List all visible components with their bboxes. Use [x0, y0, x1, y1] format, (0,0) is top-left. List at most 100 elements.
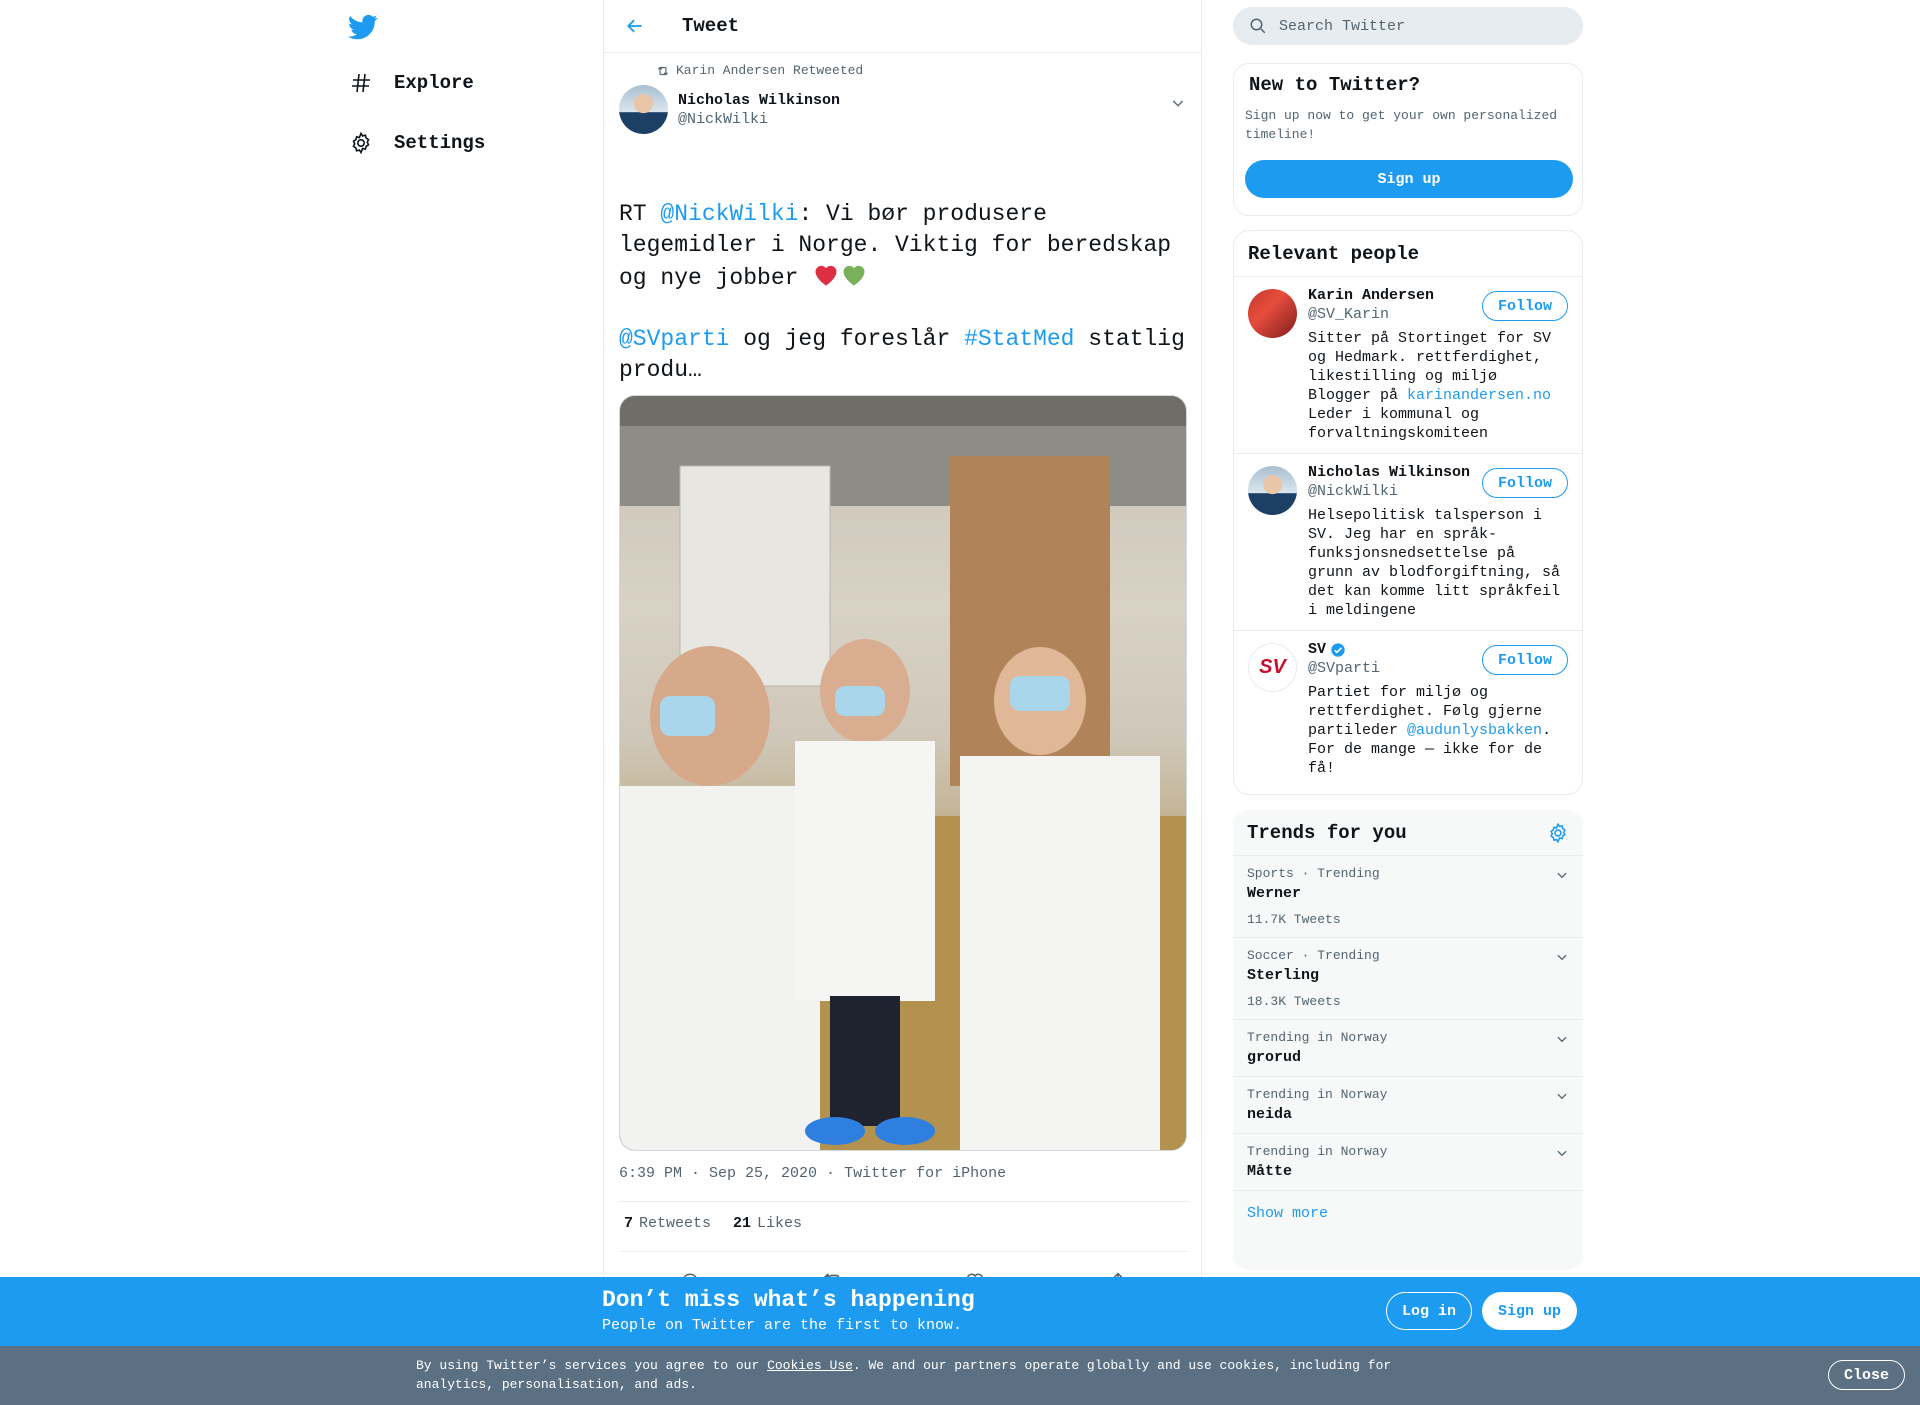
person-item[interactable]: Karin Andersen @SV_Karin Sitter på Stort… — [1234, 277, 1582, 454]
trend-name: Sterling — [1247, 967, 1320, 984]
tweet-timestamp[interactable]: 6:39 PM · Sep 25, 2020 — [619, 1165, 817, 1182]
trend-count: 18.3K Tweets — [1247, 994, 1341, 1009]
chevron-down-icon[interactable] — [1555, 1146, 1569, 1160]
search-input[interactable] — [1279, 17, 1559, 35]
new-to-twitter-card: New to Twitter? Sign up now to get your … — [1233, 63, 1583, 216]
person-bio-text: Leder i kommunal og forvaltningskomiteen — [1308, 406, 1489, 442]
bio-link[interactable]: @audunlysbakken — [1407, 722, 1542, 739]
follow-button[interactable]: Follow — [1481, 468, 1568, 498]
avatar[interactable]: SV — [1248, 643, 1297, 692]
avatar[interactable] — [1248, 289, 1297, 338]
person-item[interactable]: Nicholas Wilkinson @NickWilki Helsepolit… — [1234, 454, 1582, 631]
trend-count: 11.7K Tweets — [1247, 912, 1341, 927]
trend-name: grorud — [1247, 1049, 1302, 1066]
avatar[interactable] — [619, 85, 668, 134]
gear-icon[interactable] — [1547, 822, 1569, 844]
show-more-link[interactable]: Show more — [1233, 1191, 1583, 1236]
tweet-header: Tweet — [604, 0, 1201, 53]
nav-settings-label: Settings — [394, 132, 486, 154]
chevron-down-icon[interactable] — [1170, 95, 1186, 111]
nav-explore[interactable]: Explore — [348, 70, 474, 96]
trend-item[interactable]: Trending in Norway neida — [1233, 1077, 1583, 1134]
green-heart-icon — [840, 261, 868, 287]
retweeted-by-text: Karin Andersen Retweeted — [676, 63, 864, 78]
trend-name: Werner — [1247, 885, 1302, 902]
follow-button[interactable]: Follow — [1481, 291, 1568, 321]
tweet-text-rt: RT — [619, 201, 661, 227]
verified-icon — [1330, 642, 1346, 658]
nav-settings[interactable]: Settings — [348, 130, 485, 156]
retweet-context[interactable]: Karin Andersen Retweeted — [656, 63, 863, 78]
page-title: Tweet — [682, 15, 740, 37]
trend-category: Soccer · Trending — [1247, 948, 1380, 963]
author-handle[interactable]: @NickWilki — [678, 111, 840, 128]
banner-title: Don’t miss what’s happening — [602, 1287, 975, 1313]
trend-item[interactable]: Trending in Norway grorud — [1233, 1020, 1583, 1077]
trend-item[interactable]: Sports · Trending Werner 11.7K Tweets — [1233, 856, 1583, 938]
person-name-text: SV — [1308, 641, 1327, 658]
tweet-stats: 7 Retweets 21 Likes — [624, 1215, 802, 1232]
sign-up-button[interactable]: Sign up — [1482, 1292, 1578, 1330]
hash-icon — [348, 70, 374, 96]
tweet-source: Twitter for iPhone — [844, 1165, 1007, 1182]
trend-category: Trending in Norway — [1247, 1030, 1388, 1045]
trend-item[interactable]: Trending in Norway Måtte — [1233, 1134, 1583, 1191]
tweet-author[interactable]: Nicholas Wilkinson @NickWilki — [619, 85, 840, 134]
banner-subtitle: People on Twitter are the first to know. — [602, 1317, 963, 1334]
back-arrow-icon[interactable] — [622, 13, 648, 39]
follow-button[interactable]: Follow — [1481, 645, 1568, 675]
likes-stat[interactable]: 21 Likes — [733, 1215, 802, 1232]
person-bio: Partiet for miljø og rettferdighet. Følg… — [1308, 683, 1568, 778]
trend-category: Trending in Norway — [1247, 1144, 1388, 1159]
tweet-text-mid: og jeg foreslår — [729, 326, 965, 352]
retweets-stat[interactable]: 7 Retweets — [624, 1215, 711, 1232]
retweets-label: Retweets — [639, 1215, 712, 1232]
mention-link-2[interactable]: @SVparti — [619, 326, 729, 352]
tweet-text: RT @NickWilki: Vi bør produsere legemidl… — [619, 199, 1189, 386]
person-item[interactable]: SV SV @SVparti Partiet for miljø og rett… — [1234, 631, 1582, 788]
author-name[interactable]: Nicholas Wilkinson — [678, 92, 840, 109]
close-button[interactable]: Close — [1828, 1360, 1906, 1390]
chevron-down-icon[interactable] — [1555, 1089, 1569, 1103]
search-bar[interactable] — [1233, 7, 1583, 45]
mention-link[interactable]: @NickWilki — [660, 201, 798, 227]
main-column: Tweet Karin Andersen Retweeted Nicholas … — [603, 0, 1203, 1301]
gear-icon — [348, 130, 374, 156]
chevron-down-icon[interactable] — [1555, 950, 1569, 964]
divider — [619, 1251, 1189, 1252]
hashtag-link[interactable]: #StatMed — [964, 326, 1074, 352]
nav-explore-label: Explore — [394, 72, 474, 94]
search-icon — [1249, 17, 1267, 35]
tweet-photo[interactable] — [619, 395, 1187, 1151]
signup-banner: Don’t miss what’s happening People on Tw… — [0, 1277, 1920, 1346]
trend-name: neida — [1247, 1106, 1293, 1123]
red-heart-icon — [812, 261, 840, 287]
person-bio: Helsepolitisk talsperson i SV. Jeg har e… — [1308, 507, 1561, 619]
tweet-meta: 6:39 PM · Sep 25, 2020 · Twitter for iPh… — [619, 1165, 1007, 1182]
cookie-text-a: By using Twitter’s services you agree to… — [416, 1358, 768, 1373]
retweet-icon — [656, 64, 670, 78]
chevron-down-icon[interactable] — [1555, 868, 1569, 882]
card-title: New to Twitter? — [1249, 74, 1421, 96]
trend-name: Måtte — [1247, 1163, 1293, 1180]
card-title: Relevant people — [1248, 242, 1420, 265]
chevron-down-icon[interactable] — [1555, 1032, 1569, 1046]
relevant-people-card: Relevant people Karin Andersen @SV_Karin… — [1233, 230, 1583, 795]
divider — [619, 1201, 1189, 1202]
likes-count: 21 — [733, 1215, 752, 1232]
twitter-logo-icon[interactable] — [348, 12, 378, 42]
person-bio: Sitter på Stortinget for SV og Hedmark. … — [1308, 329, 1568, 443]
card-subtitle: Sign up now to get your own personalized… — [1245, 108, 1558, 142]
likes-label: Likes — [757, 1215, 803, 1232]
cookies-use-link[interactable]: Cookies Use — [767, 1358, 853, 1373]
cookie-bar: By using Twitter’s services you agree to… — [0, 1346, 1920, 1405]
trend-category: Trending in Norway — [1247, 1087, 1388, 1102]
sv-logo: SV — [1259, 656, 1286, 678]
trend-item[interactable]: Soccer · Trending Sterling 18.3K Tweets — [1233, 938, 1583, 1020]
trends-card: Trends for you Sports · Trending Werner … — [1233, 810, 1583, 1270]
bio-link[interactable]: karinandersen.no — [1407, 387, 1551, 404]
cookie-text: By using Twitter’s services you agree to… — [416, 1356, 1416, 1394]
sign-up-button[interactable]: Sign up — [1245, 160, 1573, 198]
avatar[interactable] — [1248, 466, 1297, 515]
log-in-button[interactable]: Log in — [1386, 1292, 1473, 1330]
